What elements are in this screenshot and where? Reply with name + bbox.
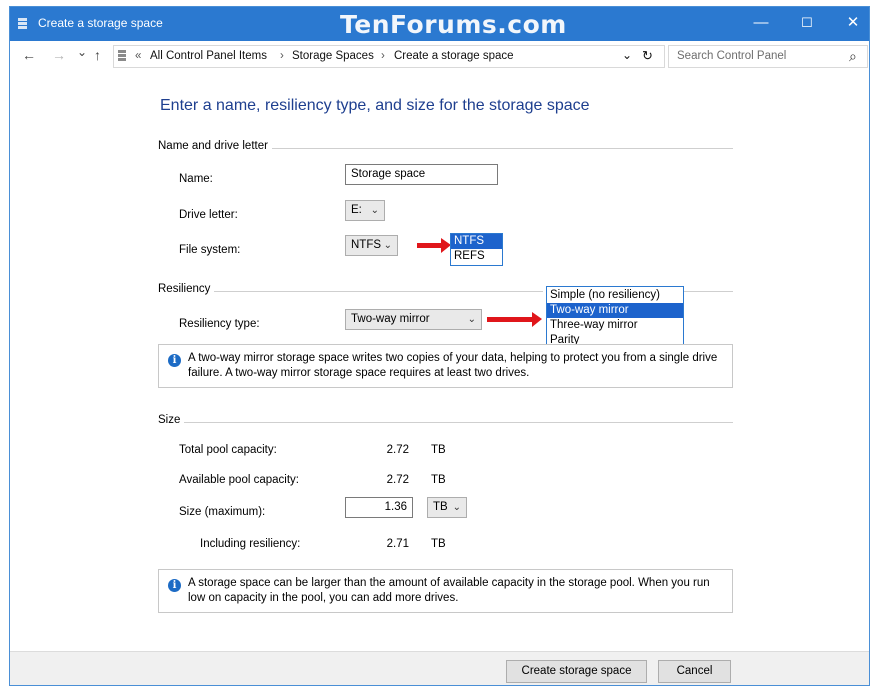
name-field[interactable]: Storage space <box>345 164 498 185</box>
close-button[interactable]: ✕ <box>831 7 869 41</box>
total-capacity-label: Total pool capacity: <box>179 444 277 456</box>
address-dropdown-icon[interactable]: ⌄ <box>622 48 632 62</box>
including-resiliency-unit: TB <box>431 538 446 550</box>
size-field[interactable]: 1.36 <box>345 497 413 518</box>
chevron-down-icon: ⌄ <box>370 205 379 216</box>
chevron-down-icon: ⌄ <box>467 314 476 325</box>
minimize-button[interactable]: — <box>739 7 783 41</box>
resiliency-dropdown-list: Simple (no resiliency) Two-way mirror Th… <box>546 286 684 350</box>
available-capacity-label: Available pool capacity: <box>179 474 299 486</box>
group-divider <box>684 291 733 292</box>
chevron-down-icon: ⌄ <box>383 240 392 251</box>
button-bar: Create storage space Cancel <box>10 651 869 685</box>
chevron-down-icon: ⌄ <box>452 502 461 513</box>
resiliency-info-text: A two-way mirror storage space writes tw… <box>188 352 718 379</box>
group-divider <box>210 291 543 292</box>
refresh-icon[interactable]: ↻ <box>642 48 653 64</box>
size-maximum-label: Size (maximum): <box>179 506 266 518</box>
red-arrow-icon <box>487 312 542 327</box>
maximize-button[interactable]: ☐ <box>785 7 829 41</box>
capacity-info-text: A storage space can be larger than the a… <box>188 577 710 604</box>
window-title: Create a storage space <box>38 16 163 30</box>
breadcrumb-create-storage-space[interactable]: Create a storage space <box>394 50 514 62</box>
group-divider <box>182 422 733 423</box>
breadcrumb-separator-icon: › <box>280 50 284 62</box>
search-icon[interactable]: ⌕ <box>849 48 857 65</box>
watermark: TenForums.com <box>340 10 567 39</box>
available-capacity-value: 2.72 <box>386 474 409 486</box>
size-unit-select[interactable]: TB ⌄ <box>427 497 467 518</box>
resiliency-option-three-way-mirror[interactable]: Three-way mirror <box>547 318 683 333</box>
resiliency-type-select[interactable]: Two-way mirror ⌄ <box>345 309 482 330</box>
address-bar[interactable]: « All Control Panel Items › Storage Spac… <box>113 45 665 68</box>
search-input[interactable]: Search Control Panel ⌕ <box>668 45 868 68</box>
file-system-select[interactable]: NTFS ⌄ <box>345 235 398 256</box>
capacity-info-box: i A storage space can be larger than the… <box>158 569 733 613</box>
breadcrumb-storage-spaces[interactable]: Storage Spaces <box>292 50 374 62</box>
drive-letter-label: Drive letter: <box>179 209 238 221</box>
including-resiliency-label: Including resiliency: <box>200 538 301 550</box>
available-capacity-unit: TB <box>431 474 446 486</box>
drive-letter-value: E: <box>351 204 362 216</box>
drive-letter-select[interactable]: E: ⌄ <box>345 200 385 221</box>
create-storage-space-button[interactable]: Create storage space <box>506 660 647 683</box>
recent-locations-chevron-icon[interactable]: ⌄ <box>77 45 87 59</box>
group-title-size: Size <box>158 414 185 426</box>
file-system-label: File system: <box>179 244 241 256</box>
resiliency-info-box: i A two-way mirror storage space writes … <box>158 344 733 388</box>
file-system-dropdown-list: NTFS REFS <box>450 233 503 266</box>
size-unit-value: TB <box>433 501 448 513</box>
group-title-resiliency: Resiliency <box>158 283 215 295</box>
resiliency-type-value: Two-way mirror <box>351 313 430 325</box>
total-capacity-unit: TB <box>431 444 446 456</box>
including-resiliency-value: 2.71 <box>386 538 409 550</box>
overflow-chevron-icon[interactable]: « <box>135 50 141 62</box>
up-arrow-icon[interactable]: ↑ <box>94 47 101 63</box>
cancel-button[interactable]: Cancel <box>658 660 731 683</box>
resiliency-type-label: Resiliency type: <box>179 318 260 330</box>
control-panel-icon <box>118 50 126 62</box>
breadcrumb-separator-icon: › <box>381 50 385 62</box>
navigation-bar: ← → ⌄ ↑ « All Control Panel Items › Stor… <box>10 41 869 73</box>
search-placeholder: Search Control Panel <box>677 50 787 62</box>
red-arrow-icon <box>417 238 451 253</box>
forward-arrow-icon[interactable]: → <box>52 47 66 63</box>
title-bar: Create a storage space TenForums.com — ☐… <box>10 7 869 41</box>
page-title: Enter a name, resiliency type, and size … <box>160 97 590 114</box>
window: Create a storage space TenForums.com — ☐… <box>9 6 870 686</box>
file-system-value: NTFS <box>351 239 382 251</box>
group-divider <box>268 148 733 149</box>
info-icon: i <box>168 354 181 367</box>
resiliency-option-simple[interactable]: Simple (no resiliency) <box>547 288 683 303</box>
name-label: Name: <box>179 173 213 185</box>
total-capacity-value: 2.72 <box>386 444 409 456</box>
back-arrow-icon[interactable]: ← <box>22 47 36 63</box>
breadcrumb-all-control-panel-items[interactable]: All Control Panel Items <box>150 50 267 62</box>
group-title-name-drive: Name and drive letter <box>158 140 272 152</box>
info-icon: i <box>168 579 181 592</box>
resiliency-option-two-way-mirror[interactable]: Two-way mirror <box>547 303 683 318</box>
file-system-option-ntfs[interactable]: NTFS <box>451 234 502 249</box>
file-system-option-refs[interactable]: REFS <box>451 249 502 264</box>
storage-spaces-icon <box>18 18 27 31</box>
